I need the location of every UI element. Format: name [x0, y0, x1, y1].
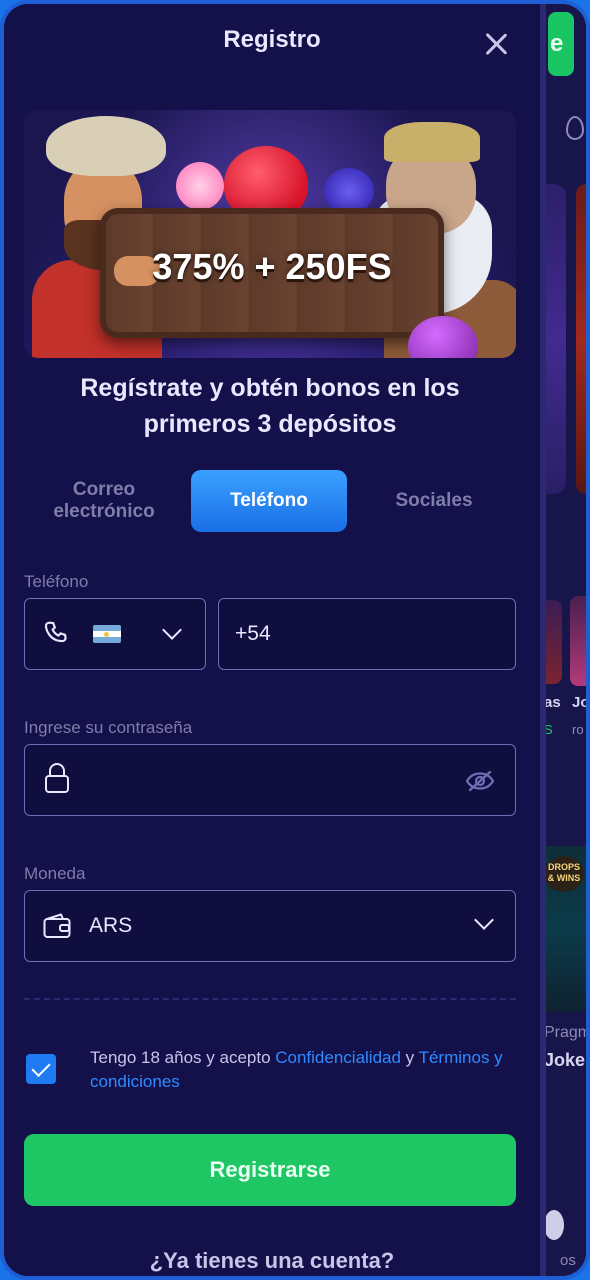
registration-tabs: Correo electrónico Teléfono Sociales [24, 470, 516, 532]
chevron-down-icon [474, 910, 494, 930]
background-page: e as S Jo ro DROPS & WINS Pragm Joke os [540, 4, 586, 1276]
close-icon[interactable] [480, 28, 512, 60]
drops-wins-badge: DROPS & WINS [544, 856, 584, 892]
background-provider: Pragm [544, 1024, 586, 1041]
background-nav-icon [544, 1210, 564, 1240]
screen: e as S Jo ro DROPS & WINS Pragm Joke os … [4, 4, 586, 1276]
tab-social[interactable]: Sociales [354, 470, 514, 532]
background-game-title: Joke [544, 1050, 586, 1070]
phone-number-input[interactable]: +54 [218, 598, 516, 670]
background-banner-card [576, 184, 586, 494]
background-game-title: Jo [572, 694, 586, 711]
currency-value: ARS [89, 914, 133, 937]
zeus-crown [384, 122, 480, 162]
phone-number-value: +54 [235, 622, 271, 645]
modal-edge [540, 4, 546, 1276]
modal-title: Registro [223, 26, 321, 53]
tab-email[interactable]: Correo electrónico [24, 470, 184, 532]
country-code-select[interactable] [24, 598, 206, 670]
chevron-down-icon [162, 620, 182, 640]
currency-label: Moneda [24, 864, 86, 883]
argentina-flag-icon [93, 625, 121, 643]
terms-text: Tengo 18 años y acepto Confidencialidad … [90, 1046, 510, 1094]
cowboy-hat [46, 116, 166, 176]
background-game-title: as [544, 694, 561, 711]
currency-select[interactable]: ARS [24, 890, 516, 962]
wallet-icon [43, 913, 71, 938]
eye-off-icon[interactable] [465, 769, 495, 793]
login-prompt[interactable]: ¿Ya tienes una cuenta? [4, 1248, 540, 1274]
tab-phone[interactable]: Teléfono [191, 470, 347, 532]
device-frame: e as S Jo ro DROPS & WINS Pragm Joke os … [0, 0, 590, 1280]
password-label: Ingrese su contraseña [24, 718, 193, 737]
register-button[interactable]: Registrarse [24, 1134, 516, 1206]
section-divider [24, 998, 516, 1000]
phone-icon [44, 621, 67, 643]
promo-banner: 375% + 250FS [24, 110, 516, 358]
phone-label: Teléfono [24, 572, 89, 591]
background-game-sub: ro [572, 722, 584, 737]
background-nav-label: os [560, 1252, 576, 1269]
terms-middle: y [400, 1048, 419, 1067]
age-terms-checkbox[interactable] [26, 1054, 56, 1084]
terms-prefix: Tengo 18 años y acepto [90, 1048, 276, 1067]
candy-image [176, 162, 224, 210]
background-game-tile [570, 596, 586, 686]
privacy-link[interactable]: Confidencialidad [275, 1048, 401, 1067]
password-input[interactable] [24, 744, 516, 816]
lock-icon-body [45, 775, 69, 793]
fire-icon [566, 116, 584, 140]
bonus-amount: 375% + 250FS [152, 246, 392, 287]
promo-text: Regístrate y obtén bonos en los primeros… [80, 374, 460, 438]
registration-modal: Registro 375% + 250FS Regístrate y obtén… [4, 4, 540, 1276]
background-action-button: e [548, 12, 574, 76]
